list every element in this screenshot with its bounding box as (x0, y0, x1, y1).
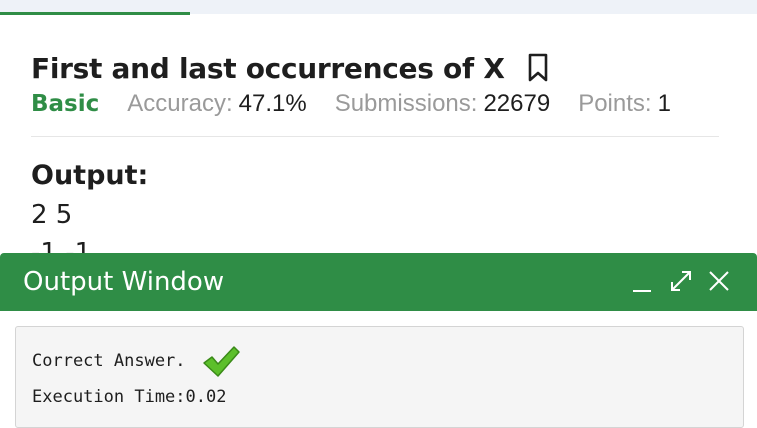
check-icon (201, 345, 241, 379)
output-window: Output Window Correct Answer. Execution … (0, 253, 757, 428)
submissions-label: Submissions: (334, 90, 478, 117)
difficulty-badge: Basic (31, 91, 100, 117)
points-label: Points: (578, 90, 652, 117)
output-window-title: Output Window (23, 267, 225, 297)
accuracy-value: 47.1% (238, 90, 307, 117)
submissions-value: 22679 (483, 90, 551, 117)
maximize-icon[interactable] (667, 267, 695, 295)
active-tab-indicator (0, 12, 190, 15)
problem-meta: Basic Accuracy: 47.1% Submissions: 22679… (31, 90, 719, 120)
output-window-header: Output Window (0, 253, 757, 311)
execution-time: Execution Time:0.02 (32, 387, 227, 407)
output-heading: Output: (31, 160, 149, 191)
points-value: 1 (657, 90, 671, 117)
close-icon[interactable] (705, 267, 733, 295)
problem-header: First and last occurrences of X Basic Ac… (31, 50, 719, 120)
title-row: First and last occurrences of X (31, 50, 719, 86)
minimize-icon[interactable] (628, 267, 656, 295)
result-panel: Correct Answer. Execution Time:0.02 (15, 326, 744, 428)
result-text: Correct Answer. (32, 351, 186, 371)
accuracy-label: Accuracy: (127, 90, 233, 117)
divider (31, 136, 719, 137)
problem-title: First and last occurrences of X (31, 51, 505, 85)
output-line: 2 5 (31, 200, 73, 230)
bookmark-icon[interactable] (527, 53, 549, 83)
